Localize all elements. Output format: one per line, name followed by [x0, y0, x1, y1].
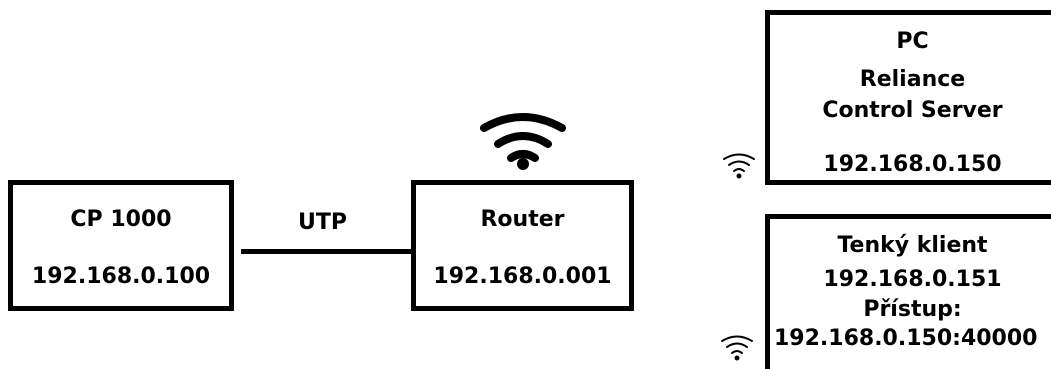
thin-client-access-address: 192.168.0.150:40000 [774, 326, 1038, 351]
router-ip: 192.168.0.001 [433, 264, 612, 289]
thin-client-node: Tenký klient 192.168.0.151 Přístup: 192.… [765, 214, 1051, 369]
pc-software-line2: Control Server [822, 98, 1003, 123]
cp1000-name: CP 1000 [70, 207, 172, 232]
pc-software-line1: Reliance [859, 67, 966, 92]
cp1000-node: CP 1000 192.168.0.100 [8, 180, 234, 311]
pc-node: PC Reliance Control Server 192.168.0.150 [765, 10, 1051, 185]
router-node: Router 192.168.0.001 [411, 180, 634, 311]
network-diagram: { "nodes": { "cp1000": { "name": "CP 100… [0, 0, 1051, 369]
router-name: Router [480, 207, 565, 232]
thin-client-access-label: Přístup: [863, 297, 962, 322]
wifi-icon [723, 153, 755, 179]
thin-client-ip: 192.168.0.151 [823, 267, 1002, 292]
cp1000-ip: 192.168.0.100 [31, 264, 211, 289]
utp-link-line [241, 249, 411, 254]
pc-ip: 192.168.0.150 [823, 152, 1002, 177]
utp-link-label: UTP [298, 210, 347, 235]
wifi-icon [721, 335, 753, 361]
wifi-icon [480, 113, 566, 170]
thin-client-name: Tenký klient [837, 233, 988, 258]
pc-title: PC [896, 29, 929, 54]
